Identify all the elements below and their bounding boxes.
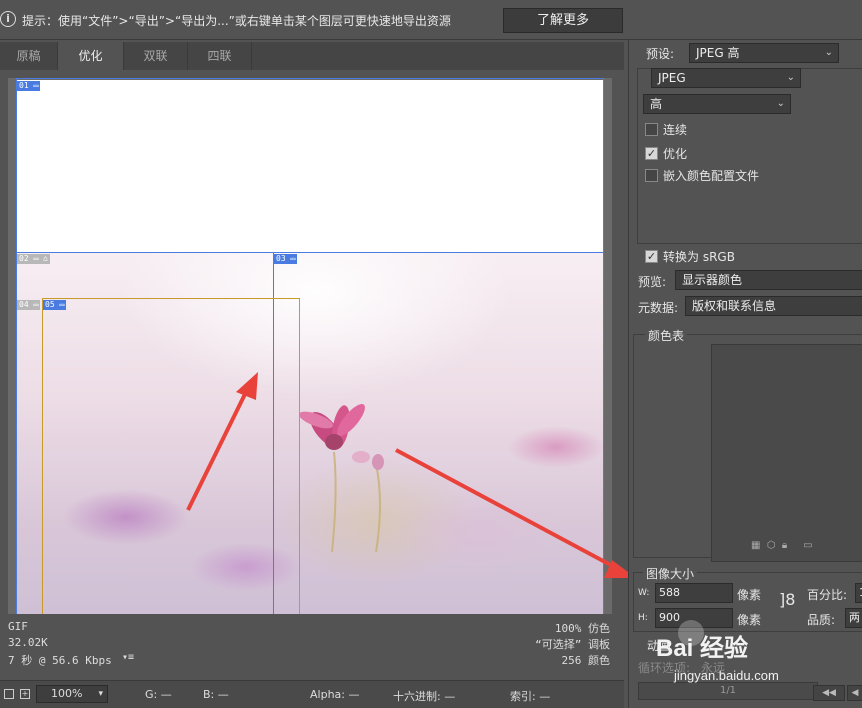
hex-readout: 十六进制: —: [393, 690, 456, 703]
index-readout: 索引: —: [510, 690, 551, 703]
paw-logo-icon: [678, 620, 704, 646]
info-bottom-bar: + 100% ▾ G: — B: — Alpha: — 十六进制: — 索引: —: [0, 680, 624, 708]
zoom-in-icon[interactable]: +: [20, 689, 30, 699]
preset-dropdown[interactable]: JPEG 高 ⌄: [689, 43, 839, 63]
preview-dropdown[interactable]: 显示器颜色: [675, 270, 862, 290]
convert-srgb-checkbox[interactable]: ✓: [645, 250, 658, 263]
color-table-toolbar-icons[interactable]: ▦ ⬡ 🔒︎ ▭: [751, 540, 813, 551]
chevron-down-icon: ⌄: [786, 72, 795, 83]
chevron-down-icon: ⌄: [776, 98, 785, 109]
width-label: W:: [638, 588, 650, 598]
progressive-checkbox[interactable]: [645, 123, 658, 136]
status-format: GIF: [8, 620, 28, 633]
chevron-down-icon: ⌄: [824, 47, 833, 58]
width-input[interactable]: 588: [655, 583, 733, 603]
zoom-out-icon[interactable]: [4, 689, 14, 699]
convert-srgb-label: 转换为 sRGB: [663, 250, 735, 264]
baidu-jingyan-watermark: Bai 经验 jingyan.baidu.com: [640, 610, 862, 708]
status-dither: 100% 仿色: [554, 622, 610, 635]
optimized-checkbox[interactable]: ✓: [645, 147, 658, 160]
speed-menu-icon[interactable]: ▾≡: [122, 652, 134, 663]
preview-label: 预览:: [638, 275, 667, 289]
zoom-select[interactable]: 100% ▾: [36, 685, 108, 703]
color-table-swatches[interactable]: [711, 344, 862, 562]
embed-profile-checkbox[interactable]: [645, 169, 658, 182]
status-colors: 256 颜色: [561, 654, 611, 667]
status-palette: “可选择” 调板: [535, 638, 610, 651]
embed-profile-label: 嵌入颜色配置文件: [663, 169, 760, 183]
g-readout: G: —: [145, 688, 172, 701]
preset-label: 预设:: [646, 47, 675, 61]
image-size-title: 图像大小: [643, 565, 698, 582]
alpha-readout: Alpha: —: [310, 688, 360, 701]
watermark-url: jingyan.baidu.com: [674, 668, 779, 683]
format-dropdown[interactable]: JPEG ⌄: [651, 68, 801, 88]
b-readout: B: —: [203, 688, 229, 701]
color-table-title: 颜色表: [645, 327, 688, 344]
optimization-status: GIF 32.02K 7 秒 @ 56.6 Kbps ▾≡ 100% 仿色 “可…: [0, 616, 624, 668]
percent-input[interactable]: 1: [855, 583, 862, 603]
status-size: 32.02K: [8, 636, 48, 649]
progressive-label: 连续: [663, 123, 688, 137]
optimized-label: 优化: [663, 147, 688, 161]
metadata-label: 元数据:: [638, 301, 679, 315]
status-time: 7 秒 @ 56.6 Kbps: [8, 654, 112, 667]
quality-dropdown[interactable]: 高 ⌄: [643, 94, 791, 114]
metadata-dropdown[interactable]: 版权和联系信息: [685, 296, 862, 316]
percent-label: 百分比:: [807, 588, 848, 602]
width-unit: 像素: [737, 588, 762, 602]
link-proportions-icon[interactable]: ]8: [779, 590, 795, 609]
optimize-settings-panel: 预设: JPEG 高 ⌄ JPEG ⌄ 高 ⌄ 连续 ✓ 优化 嵌入颜色配置文件 ✓ …: [628, 40, 862, 708]
